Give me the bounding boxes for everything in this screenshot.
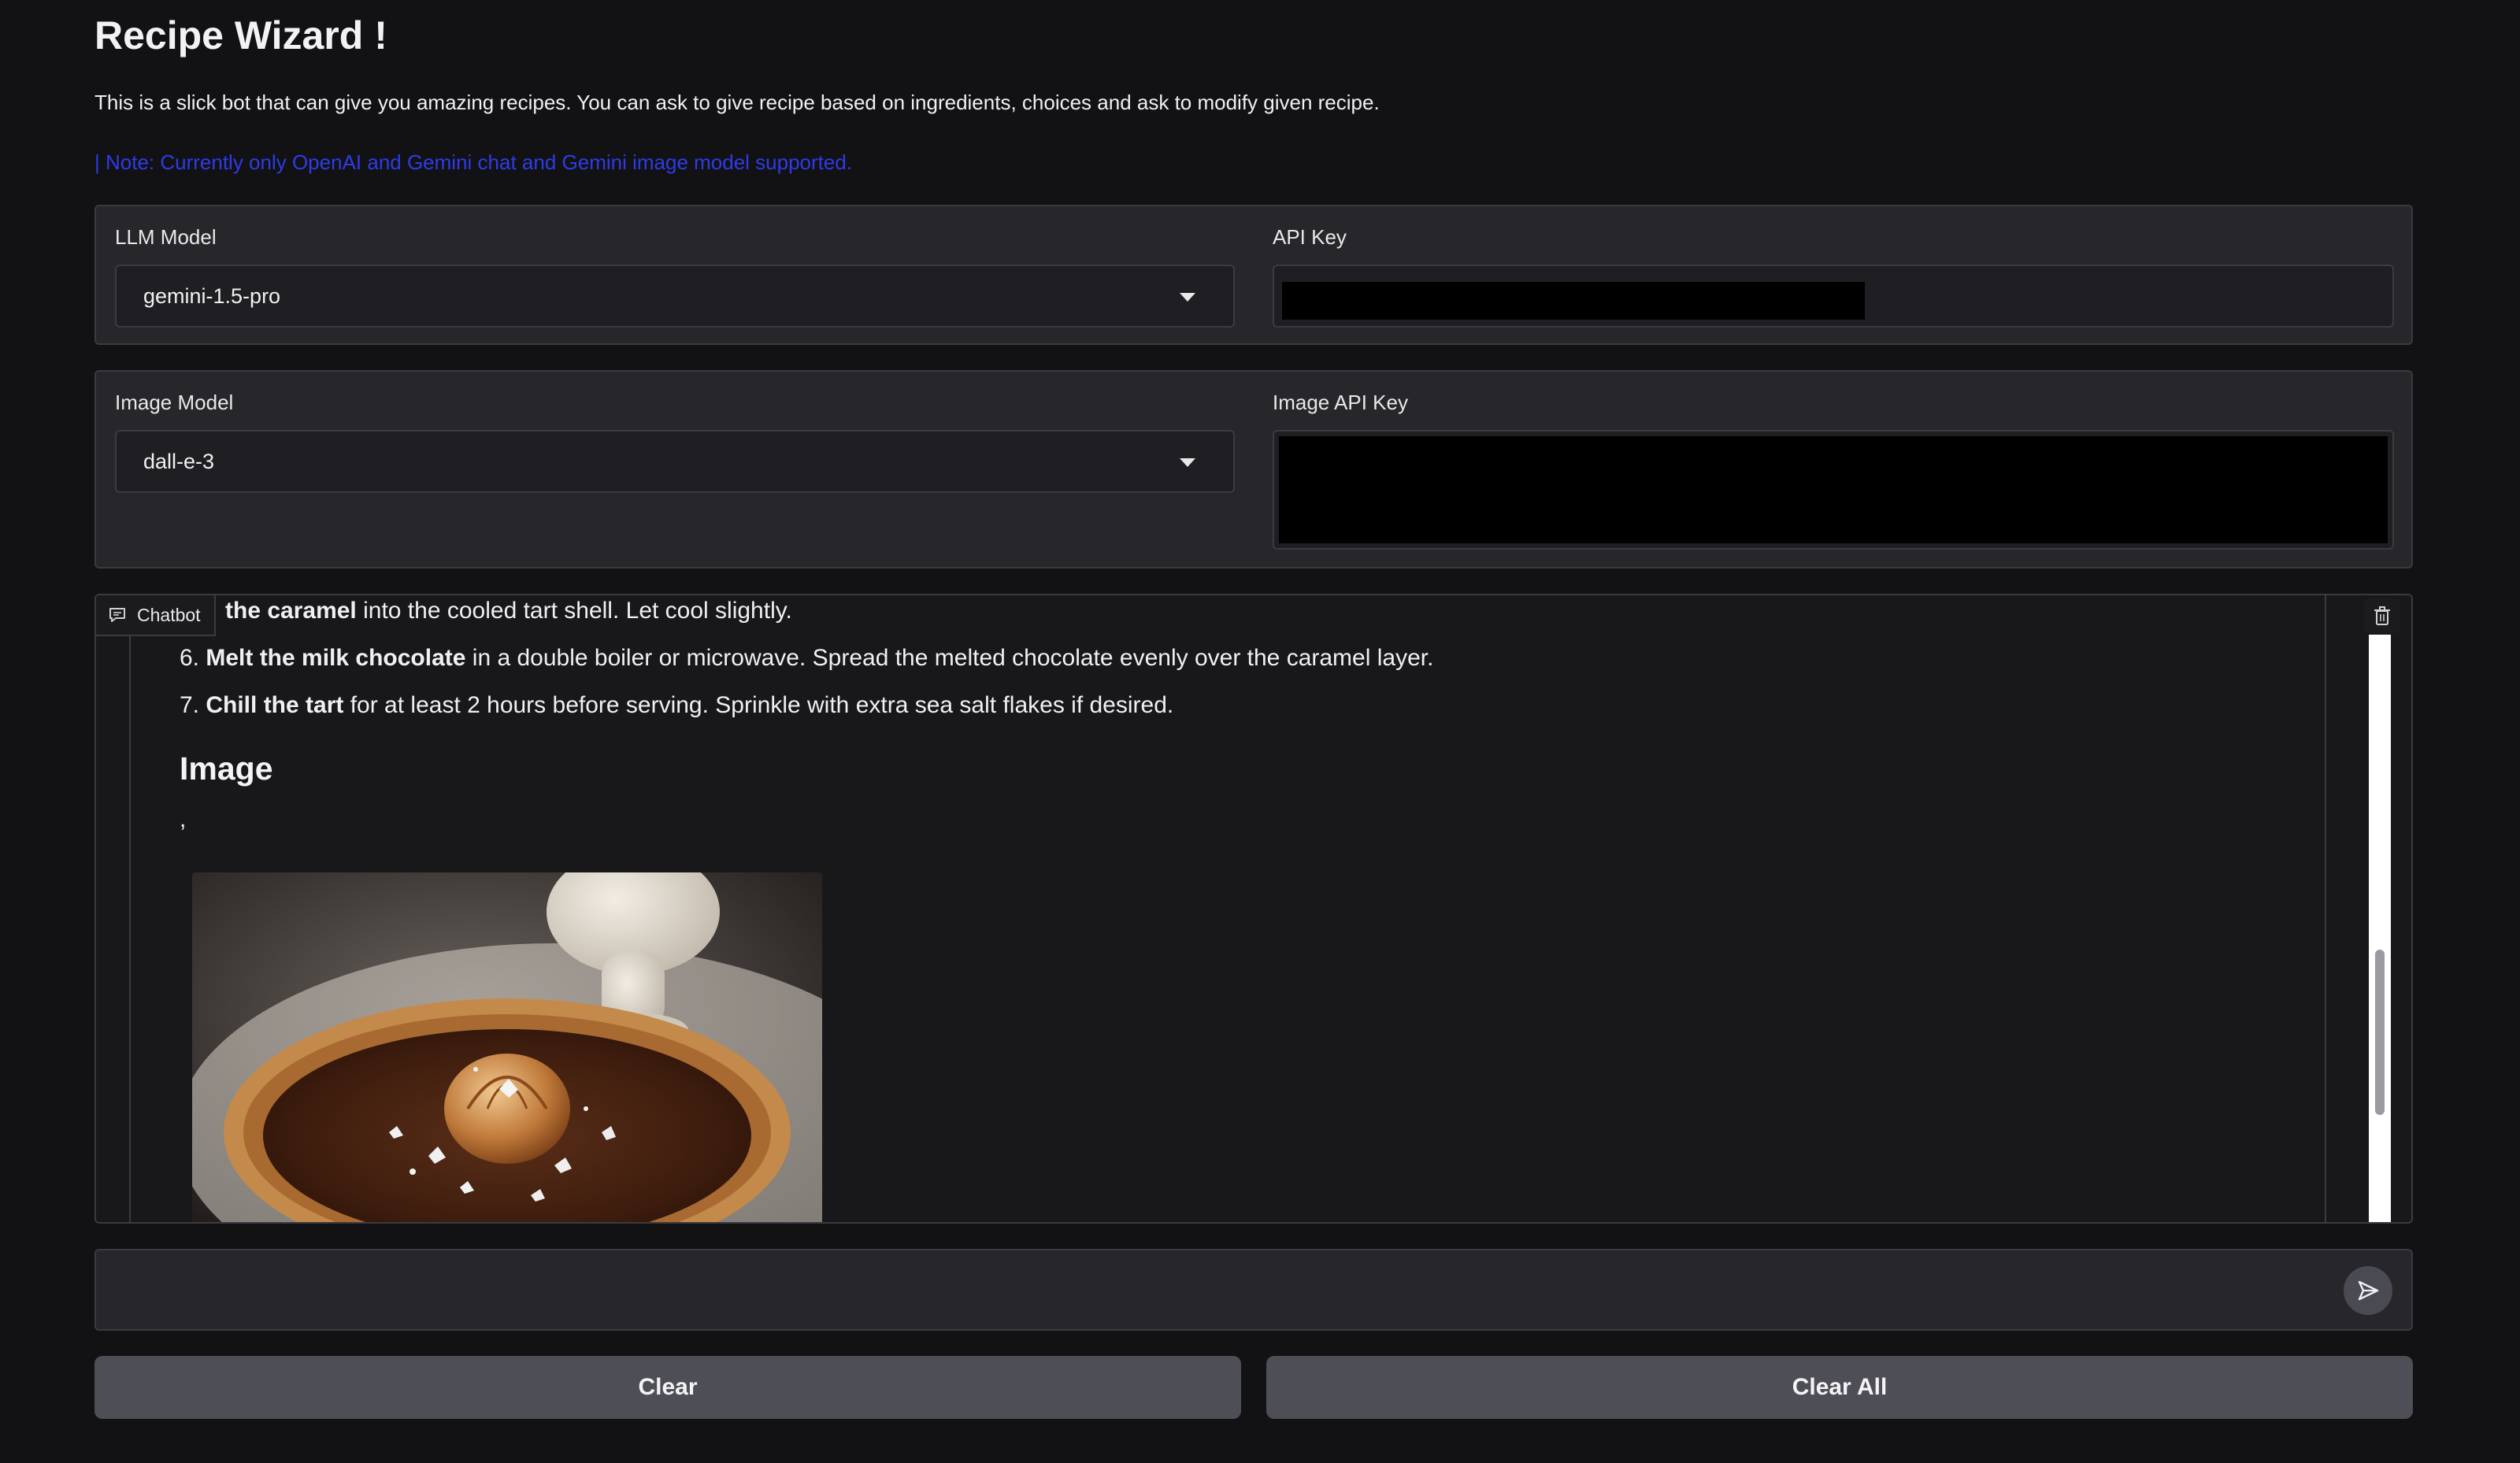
chatbot-label-badge: Chatbot <box>96 595 216 636</box>
app-page: Recipe Wizard ! This is a slick bot that… <box>0 0 2520 1463</box>
clear-chat-button[interactable] <box>2364 598 2400 633</box>
generated-tart-image <box>192 872 822 1222</box>
chevron-down-icon <box>1180 458 1195 467</box>
send-icon <box>2358 1280 2379 1301</box>
chat-scrollbar[interactable] <box>2369 635 2391 1222</box>
support-note: | Note: Currently only OpenAI and Gemini… <box>94 150 853 174</box>
clear-all-button[interactable]: Clear All <box>1266 1356 2413 1419</box>
chatbot-panel: Chatbot the caramel into the cooled tart… <box>94 594 2413 1224</box>
recipe-step-6: 6. Melt the milk chocolate in a double b… <box>180 643 1433 674</box>
recipe-step-5: the caramel into the cooled tart shell. … <box>225 595 792 627</box>
trash-icon <box>2374 606 2390 625</box>
step-6-number: 6. <box>180 645 206 671</box>
redacted-api-key <box>1282 282 1865 320</box>
stray-comma: , <box>180 806 187 832</box>
image-model-label: Image Model <box>115 391 234 414</box>
llm-model-value: gemini-1.5-pro <box>143 283 281 308</box>
chat-bubble-icon <box>109 608 125 622</box>
step-5-text: into the cooled tart shell. Let cool sli… <box>356 598 792 624</box>
page-title: Recipe Wizard ! <box>94 13 387 57</box>
step-6-text: in a double boiler or microwave. Spread … <box>465 645 1434 671</box>
chat-scrollbar-thumb[interactable] <box>2375 950 2385 1115</box>
image-api-key-label: Image API Key <box>1273 391 1408 414</box>
api-key-label: API Key <box>1273 225 1347 249</box>
message-input-row <box>94 1249 2413 1331</box>
image-heading: Image <box>180 750 273 787</box>
message-input[interactable] <box>112 1261 2333 1318</box>
tart-illustration <box>192 872 822 1222</box>
llm-model-label: LLM Model <box>115 225 217 249</box>
recipe-step-7: 7. Chill the tart for at least 2 hours b… <box>180 690 1173 721</box>
image-model-dropdown[interactable]: dall-e-3 <box>115 430 1235 493</box>
image-settings-panel: Image Model dall-e-3 Image API Key <box>94 370 2413 569</box>
step-7-bold: Chill the tart <box>206 692 344 718</box>
llm-model-dropdown[interactable]: gemini-1.5-pro <box>115 265 1235 328</box>
step-5-bold: the caramel <box>225 598 357 624</box>
api-key-input[interactable] <box>1273 265 2394 328</box>
chat-message-area[interactable]: the caramel into the cooled tart shell. … <box>129 595 2326 1222</box>
step-6-bold: Melt the milk chocolate <box>206 645 466 671</box>
clear-button[interactable]: Clear <box>94 1356 1241 1419</box>
llm-settings-panel: LLM Model gemini-1.5-pro API Key <box>94 205 2413 345</box>
send-button[interactable] <box>2344 1266 2392 1315</box>
page-description: This is a slick bot that can give you am… <box>94 91 1380 114</box>
image-model-value: dall-e-3 <box>143 449 215 473</box>
step-7-text: for at least 2 hours before serving. Spr… <box>343 692 1174 718</box>
chevron-down-icon <box>1180 293 1195 302</box>
image-api-key-input[interactable] <box>1273 430 2394 550</box>
chatbot-label: Chatbot <box>137 604 201 625</box>
step-7-number: 7. <box>180 692 206 718</box>
redacted-image-api-key <box>1279 436 2388 543</box>
